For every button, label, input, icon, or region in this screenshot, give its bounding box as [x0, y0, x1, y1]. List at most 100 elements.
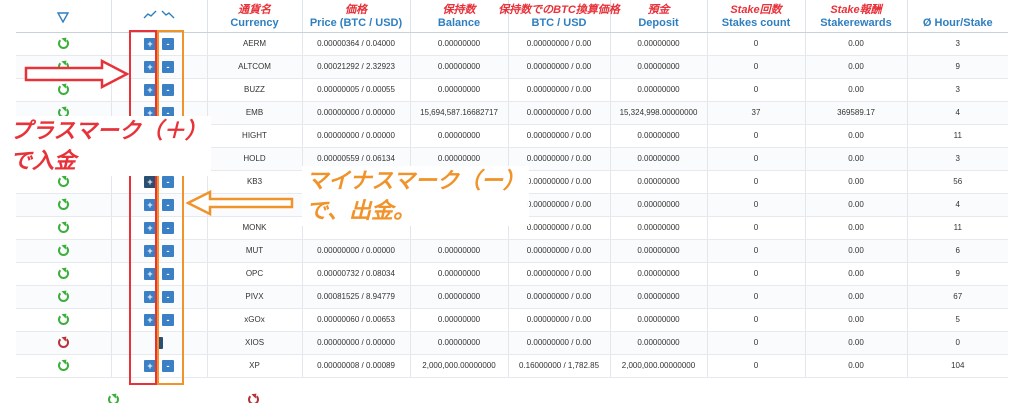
hour-stake-cell: 4 [907, 193, 1008, 217]
stakes-count-cell: 0 [707, 331, 806, 355]
currency-cell: PIVX [207, 285, 303, 309]
btc-usd-header-en: BTC / USD [531, 16, 587, 29]
hour-stake-cell: 11 [907, 124, 1008, 148]
refresh-cell[interactable] [16, 262, 112, 286]
stakes-count-cell: 0 [707, 124, 806, 148]
balance-cell: 0.00000000 [410, 124, 509, 148]
currency-cell: AERM [207, 32, 303, 56]
stakerewards-header-jp: Stake報酬 [830, 4, 882, 16]
stakes-count-cell: 0 [707, 55, 806, 79]
currency-header-jp: 通貨名 [238, 4, 271, 16]
refresh-icon[interactable] [57, 337, 69, 348]
stakes-count-header[interactable]: Stake回数 Stakes count [707, 0, 806, 33]
stakerewards-cell: 0.00 [805, 308, 908, 332]
refresh-icon[interactable] [57, 38, 69, 49]
stakerewards-cell: 0.00 [805, 124, 908, 148]
deposit-cell: 0.00000000 [610, 32, 708, 56]
price-cell: 0.00000008 / 0.00089 [302, 354, 411, 378]
stakes-count-cell: 37 [707, 101, 806, 125]
deposit-cell: 0.00000000 [610, 170, 708, 194]
hour-stake-cell: 9 [907, 55, 1008, 79]
minus-annotation: マイナスマーク（ー） で、出金。 [302, 166, 529, 226]
refresh-icon[interactable] [57, 314, 69, 325]
hour-stake-cell: 0 [907, 331, 1008, 355]
trend-header[interactable] [111, 0, 208, 33]
refresh-cell[interactable] [16, 32, 112, 56]
hour-stake-cell: 56 [907, 170, 1008, 194]
trend-down-icon[interactable] [161, 10, 175, 20]
stakerewards-cell: 0.00 [805, 354, 908, 378]
hour-stake-cell: 4 [907, 101, 1008, 125]
filter-header[interactable] [16, 0, 112, 33]
hour-stake-header[interactable]: Ø Hour/Stake [907, 0, 1008, 33]
table-header-row: 通貨名 Currency 価格 Price (BTC / USD) 保持数 Balan… [16, 0, 1008, 33]
currency-cell: EMB [207, 101, 303, 125]
deposit-cell: 0.00000000 [610, 331, 708, 355]
currency-cell: OPC [207, 262, 303, 286]
currency-cell: HOLD [207, 147, 303, 171]
currency-cell: MUT [207, 239, 303, 263]
stakes-count-cell: 0 [707, 32, 806, 56]
refresh-cell[interactable] [16, 193, 112, 217]
balance-cell: 2,000,000.00000000 [410, 354, 509, 378]
btc-usd-cell: 0.00000000 / 0.00 [508, 124, 611, 148]
filter-icon[interactable] [57, 11, 70, 23]
stakes-count-cell: 0 [707, 285, 806, 309]
stakes-count-cell: 0 [707, 216, 806, 240]
price-header[interactable]: 価格 Price (BTC / USD) [302, 0, 411, 33]
hour-stake-cell: 9 [907, 262, 1008, 286]
footer-refresh-icon [108, 394, 119, 403]
refresh-cell[interactable] [16, 308, 112, 332]
trend-up-icon[interactable] [143, 10, 157, 20]
refresh-icon[interactable] [57, 199, 69, 210]
refresh-icon[interactable] [57, 291, 69, 302]
price-cell: 0.00000000 / 0.00000 [302, 124, 411, 148]
currency-header-en: Currency [230, 16, 279, 29]
deposit-cell: 0.00000000 [610, 124, 708, 148]
price-header-jp: 価格 [345, 4, 367, 16]
refresh-cell[interactable] [16, 331, 112, 355]
stakerewards-cell: 0.00 [805, 331, 908, 355]
refresh-icon[interactable] [57, 360, 69, 371]
refresh-icon[interactable] [57, 245, 69, 256]
deposit-header-jp: 預金 [647, 4, 670, 16]
hour-stake-cell: 3 [907, 147, 1008, 171]
refresh-cell[interactable] [16, 239, 112, 263]
refresh-icon[interactable] [57, 222, 69, 233]
plus-column-highlight [129, 30, 157, 385]
stakerewards-cell: 0.00 [805, 32, 908, 56]
minus-annotation-line1: マイナスマーク（ー） [306, 168, 525, 193]
currency-cell: XIOS [207, 331, 303, 355]
price-cell: 0.00000000 / 0.00000 [302, 331, 411, 355]
deposit-cell: 0.00000000 [610, 78, 708, 102]
price-cell: 0.00000364 / 0.04000 [302, 32, 411, 56]
btc-usd-header[interactable]: 保持数でのBTC換算価格 BTC / USD [498, 0, 620, 33]
currency-header[interactable]: 通貨名 Currency [207, 0, 303, 33]
price-cell: 0.00000000 / 0.00000 [302, 101, 411, 125]
refresh-cell[interactable] [16, 216, 112, 240]
balance-cell: 0.00000000 [410, 331, 509, 355]
refresh-cell[interactable] [16, 354, 112, 378]
refresh-cell[interactable] [16, 285, 112, 309]
currency-cell: ALTCOM [207, 55, 303, 79]
footer-refresh-red-icon [248, 394, 259, 403]
currency-cell: MONK [207, 216, 303, 240]
stakerewards-cell: 0.00 [805, 55, 908, 79]
stakes-count-header-jp: Stake回数 [730, 4, 782, 16]
btc-usd-cell: 0.00000000 / 0.00 [508, 55, 611, 79]
hour-stake-cell: 11 [907, 216, 1008, 240]
refresh-icon[interactable] [57, 268, 69, 279]
currency-cell: xGOx [207, 308, 303, 332]
stakerewards-header[interactable]: Stake報酬 Stakerewards [805, 0, 908, 33]
minus-annotation-line2: で、出金。 [306, 198, 416, 223]
stakes-count-cell: 0 [707, 78, 806, 102]
btc-usd-cell: 0.00000000 / 0.00 [508, 262, 611, 286]
refresh-icon[interactable] [57, 176, 69, 187]
price-cell: 0.00000732 / 0.08034 [302, 262, 411, 286]
deposit-header[interactable]: 預金 Deposit [610, 0, 708, 33]
currency-cell: HIGHT [207, 124, 303, 148]
deposit-cell: 15,324,998.00000000 [610, 101, 708, 125]
btc-usd-cell: 0.00000000 / 0.00 [508, 239, 611, 263]
deposit-cell: 0.00000000 [610, 308, 708, 332]
stakes-count-header-en: Stakes count [721, 16, 791, 29]
